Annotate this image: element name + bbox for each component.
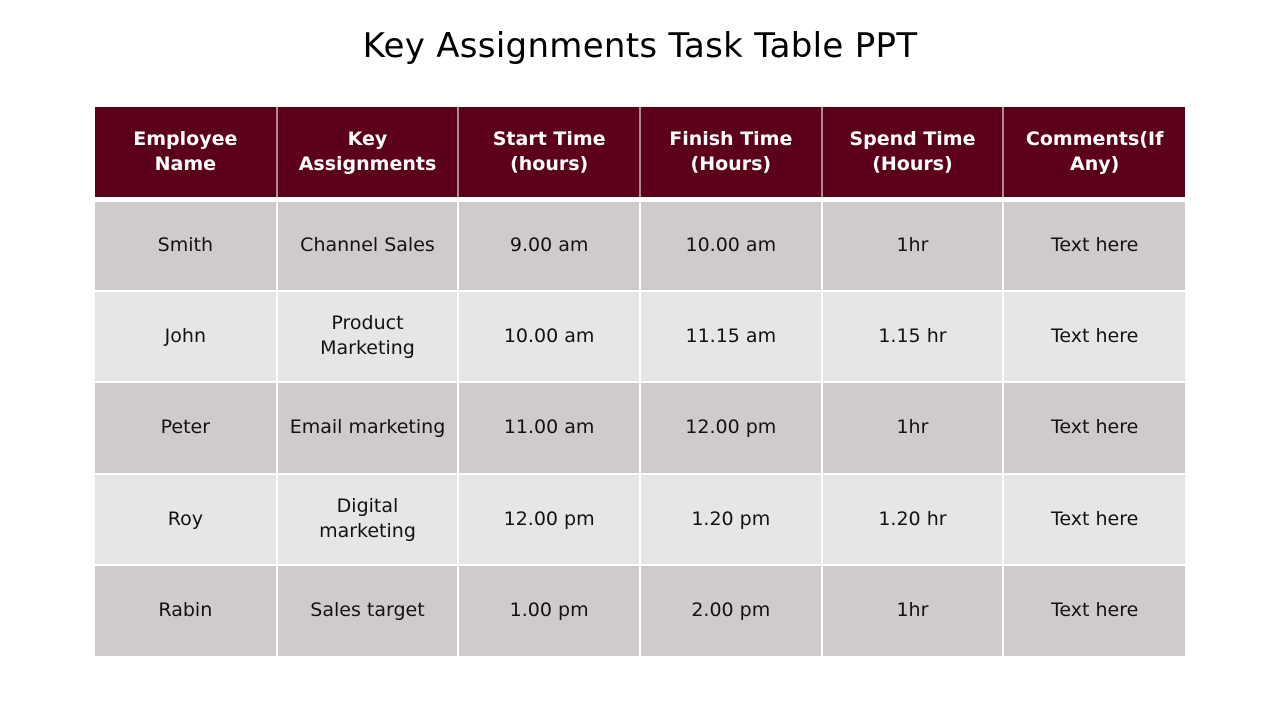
cell-key-assignment: Sales target [275, 564, 460, 658]
header-start-time: Start Time (hours) [457, 107, 641, 202]
slide-title: Key Assignments Task Table PPT [362, 26, 918, 66]
cell-spend-time: 1.20 hr [820, 472, 1005, 566]
cell-finish-time: 2.00 pm [638, 564, 823, 658]
table-row: Rabin Sales target 1.00 pm 2.00 pm 1hr T… [95, 564, 1185, 658]
table-row: Peter Email marketing 11.00 am 12.00 pm … [95, 381, 1185, 475]
cell-employee-name: Roy [95, 472, 278, 566]
cell-start-time: 9.00 am [457, 198, 641, 292]
header-finish-time: Finish Time (Hours) [638, 107, 823, 202]
cell-spend-time: 1.15 hr [820, 289, 1005, 383]
cell-key-assignment: Channel Sales [275, 198, 460, 292]
cell-start-time: 12.00 pm [457, 472, 641, 566]
cell-employee-name: Rabin [95, 564, 278, 658]
cell-start-time: 10.00 am [457, 289, 641, 383]
cell-start-time: 11.00 am [457, 381, 641, 475]
cell-key-assignment: Digital marketing [275, 472, 460, 566]
header-row: Employee Name Key Assignments Start Time… [95, 107, 1185, 202]
cell-comments: Text here [1002, 198, 1185, 292]
header-spend-time: Spend Time (Hours) [820, 107, 1005, 202]
cell-comments: Text here [1002, 289, 1185, 383]
cell-finish-time: 1.20 pm [638, 472, 823, 566]
cell-finish-time: 11.15 am [638, 289, 823, 383]
cell-key-assignment: Email marketing [275, 381, 460, 475]
cell-comments: Text here [1002, 472, 1185, 566]
cell-comments: Text here [1002, 381, 1185, 475]
cell-spend-time: 1hr [820, 564, 1005, 658]
header-comments: Comments(If Any) [1002, 107, 1185, 202]
cell-employee-name: John [95, 289, 278, 383]
table-row: Smith Channel Sales 9.00 am 10.00 am 1hr… [95, 198, 1185, 292]
cell-key-assignment: Product Marketing [275, 289, 460, 383]
header-key-assignments: Key Assignments [275, 107, 460, 202]
cell-comments: Text here [1002, 564, 1185, 658]
cell-spend-time: 1hr [820, 198, 1005, 292]
cell-finish-time: 12.00 pm [638, 381, 823, 475]
cell-employee-name: Smith [95, 198, 278, 292]
assignments-table: Employee Name Key Assignments Start Time… [95, 107, 1185, 658]
cell-spend-time: 1hr [820, 381, 1005, 475]
cell-employee-name: Peter [95, 381, 278, 475]
table-row: Roy Digital marketing 12.00 pm 1.20 pm 1… [95, 472, 1185, 566]
header-employee-name: Employee Name [95, 107, 278, 202]
cell-finish-time: 10.00 am [638, 198, 823, 292]
table-row: John Product Marketing 10.00 am 11.15 am… [95, 289, 1185, 383]
cell-start-time: 1.00 pm [457, 564, 641, 658]
